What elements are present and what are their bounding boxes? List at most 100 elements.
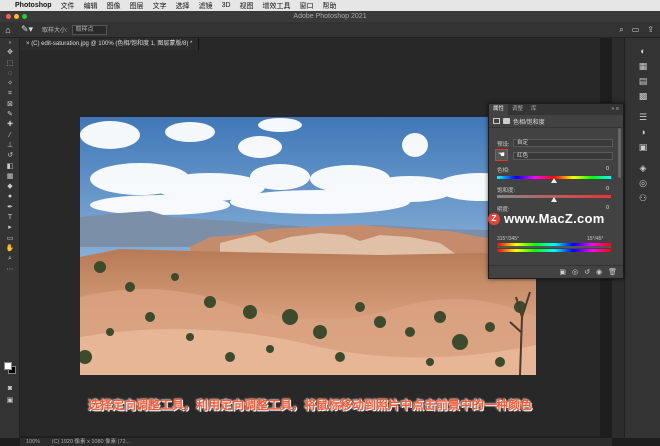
- swatches-panel-icon[interactable]: ▦: [625, 59, 660, 74]
- properties-panel-tabs: 属性 调整 库 » ≡: [489, 104, 623, 115]
- properties-header: 色相/饱和度: [489, 115, 623, 128]
- paths-panel-icon[interactable]: ⚇: [625, 191, 660, 206]
- menu-select[interactable]: 选择: [176, 1, 190, 11]
- menu-window[interactable]: 窗口: [300, 1, 314, 11]
- patterns-panel-icon[interactable]: ▩: [625, 89, 660, 104]
- tab-libraries[interactable]: 库: [527, 104, 541, 115]
- layer-mask-icon[interactable]: [503, 118, 510, 124]
- menu-view[interactable]: 视图: [240, 1, 254, 11]
- dodge-tool-icon[interactable]: ●: [0, 192, 20, 202]
- panel-dock-icons: ◐ ▦ ▤ ▩ ☰ ◑ ▣ ◈ ◎ ⚇: [624, 38, 660, 438]
- libraries-panel-icon[interactable]: ▣: [625, 140, 660, 155]
- hue-label: 色相:: [497, 168, 510, 174]
- menu-image[interactable]: 图像: [107, 1, 121, 11]
- document-tab-close-icon[interactable]: ×: [26, 41, 30, 47]
- targeted-adjustment-hand-icon[interactable]: ☚: [495, 149, 508, 161]
- quick-select-tool-icon[interactable]: ✧: [0, 79, 20, 89]
- zoom-tool-icon[interactable]: ⌕: [0, 254, 20, 264]
- eraser-tool-icon[interactable]: ◧: [0, 162, 20, 172]
- eyedropper-icon[interactable]: ✎: [0, 110, 20, 120]
- crop-tool-icon[interactable]: ⌗: [0, 89, 20, 99]
- gradient-tool-icon[interactable]: ▦: [0, 172, 20, 182]
- eyedropper-tool-icon[interactable]: ✎▾: [16, 24, 38, 35]
- status-doc-info: (C) 1920 像素 x 1080 像素 (72...: [51, 439, 131, 445]
- menu-help[interactable]: 帮助: [323, 1, 337, 11]
- panel-bottom-bar: ▣ ◎ ↺ ◉ 🗑: [489, 265, 623, 278]
- document-tab-title: (C) edit-saturation.jpg @ 100% (色相/饱和度 1…: [31, 41, 193, 47]
- hue-value[interactable]: 0: [606, 166, 609, 172]
- panel-scrollbar[interactable]: [618, 128, 621, 178]
- lasso-tool-icon[interactable]: ◌: [0, 69, 20, 79]
- zoom-window-button[interactable]: [22, 14, 27, 19]
- menu-file[interactable]: 文件: [61, 1, 75, 11]
- status-zoom[interactable]: 100%: [26, 439, 40, 445]
- sample-size-label: 取样大小:: [42, 28, 68, 34]
- gradients-panel-icon[interactable]: ▤: [625, 74, 660, 89]
- range-left-value: 315°/345°: [497, 236, 520, 242]
- visibility-icon[interactable]: ◉: [596, 266, 602, 278]
- share-icon[interactable]: ⇪: [647, 25, 654, 35]
- pen-tool-icon[interactable]: ✒: [0, 203, 20, 213]
- preset-label: 预设:: [497, 142, 510, 148]
- canyon-photo[interactable]: [80, 117, 536, 375]
- menu-3d[interactable]: 3D: [222, 2, 231, 9]
- mac-menu-bar: Photoshop 文件 编辑 图像 图层 文字 选择 滤镜 3D 视图 增效工…: [0, 0, 660, 11]
- saturation-value[interactable]: 0: [606, 186, 609, 192]
- layers-panel-icon[interactable]: ◈: [625, 161, 660, 176]
- menu-plugins[interactable]: 增效工具: [263, 1, 291, 11]
- saturation-label: 饱和度:: [497, 188, 516, 194]
- menu-layer[interactable]: 图层: [130, 1, 144, 11]
- properties-header-title: 色相/饱和度: [513, 119, 545, 126]
- menu-app-name[interactable]: Photoshop: [15, 2, 52, 9]
- document-tab[interactable]: × (C) edit-saturation.jpg @ 100% (色相/饱和度…: [20, 38, 200, 50]
- preset-select[interactable]: 自定: [513, 139, 613, 147]
- hue-slider-thumb[interactable]: [551, 178, 557, 183]
- color-range-track[interactable]: [497, 246, 611, 248]
- move-tool-icon[interactable]: ✥: [0, 48, 20, 58]
- options-bar: ⌂ ✎▾ 取样大小: 取样点 ⌕ ▭ ⇪: [0, 22, 660, 38]
- macz-logo-icon: Z: [488, 212, 500, 225]
- brush-tool-icon[interactable]: ⁄: [0, 131, 20, 141]
- properties-panel-icon[interactable]: ☰: [625, 110, 660, 125]
- view-previous-icon[interactable]: ◎: [572, 266, 578, 278]
- options-right-icons: ⌕ ▭ ⇪: [619, 25, 660, 35]
- reset-icon[interactable]: ↺: [584, 266, 590, 278]
- tab-properties[interactable]: 属性: [489, 104, 509, 115]
- color-range-bar-bottom[interactable]: [497, 249, 611, 252]
- menu-filter[interactable]: 滤镜: [199, 1, 213, 11]
- trash-icon[interactable]: 🗑: [608, 266, 617, 278]
- home-icon[interactable]: ⌂: [0, 25, 16, 35]
- minimize-window-button[interactable]: [14, 14, 19, 19]
- frame-tool-icon[interactable]: ⊠: [0, 100, 20, 110]
- saturation-slider-thumb[interactable]: [551, 197, 557, 202]
- lightness-value[interactable]: 0: [606, 205, 609, 211]
- history-brush-icon[interactable]: ↺: [0, 151, 20, 161]
- blur-tool-icon[interactable]: ◆: [0, 182, 20, 192]
- status-bar: 100% (C) 1920 像素 x 1080 像素 (72...: [20, 438, 612, 446]
- path-select-icon[interactable]: ▸: [0, 223, 20, 233]
- foreground-color-swatch[interactable]: [4, 362, 12, 370]
- toolbar-collapse-icon[interactable]: »: [0, 38, 20, 48]
- shape-tool-icon[interactable]: ▭: [0, 234, 20, 244]
- panel-menu-icon[interactable]: » ≡: [607, 104, 623, 115]
- quick-mask-icon[interactable]: ◙: [0, 384, 20, 394]
- workspace-icon[interactable]: ▭: [632, 25, 640, 35]
- channel-select[interactable]: 红色: [513, 152, 613, 160]
- healing-brush-icon[interactable]: ✚: [0, 120, 20, 130]
- marquee-tool-icon[interactable]: ⬚: [0, 59, 20, 69]
- search-icon[interactable]: ⌕: [619, 25, 623, 35]
- clip-to-layer-icon[interactable]: ▣: [559, 266, 566, 278]
- type-tool-icon[interactable]: T: [0, 213, 20, 223]
- channels-panel-icon[interactable]: ◎: [625, 176, 660, 191]
- tab-adjustments[interactable]: 调整: [508, 104, 527, 115]
- menu-edit[interactable]: 编辑: [84, 1, 98, 11]
- sample-size-select[interactable]: 取样点: [71, 24, 107, 35]
- menu-type[interactable]: 文字: [153, 1, 167, 11]
- close-window-button[interactable]: [6, 14, 11, 19]
- stamp-tool-icon[interactable]: ⊥: [0, 141, 20, 151]
- hand-tool-icon[interactable]: ✋: [0, 244, 20, 254]
- window-title: Adobe Photoshop 2021: [293, 13, 367, 20]
- adjustments-panel-icon[interactable]: ◑: [625, 125, 660, 140]
- color-panel-icon[interactable]: ◐: [625, 44, 660, 59]
- more-tools-icon[interactable]: ⋯: [0, 265, 20, 275]
